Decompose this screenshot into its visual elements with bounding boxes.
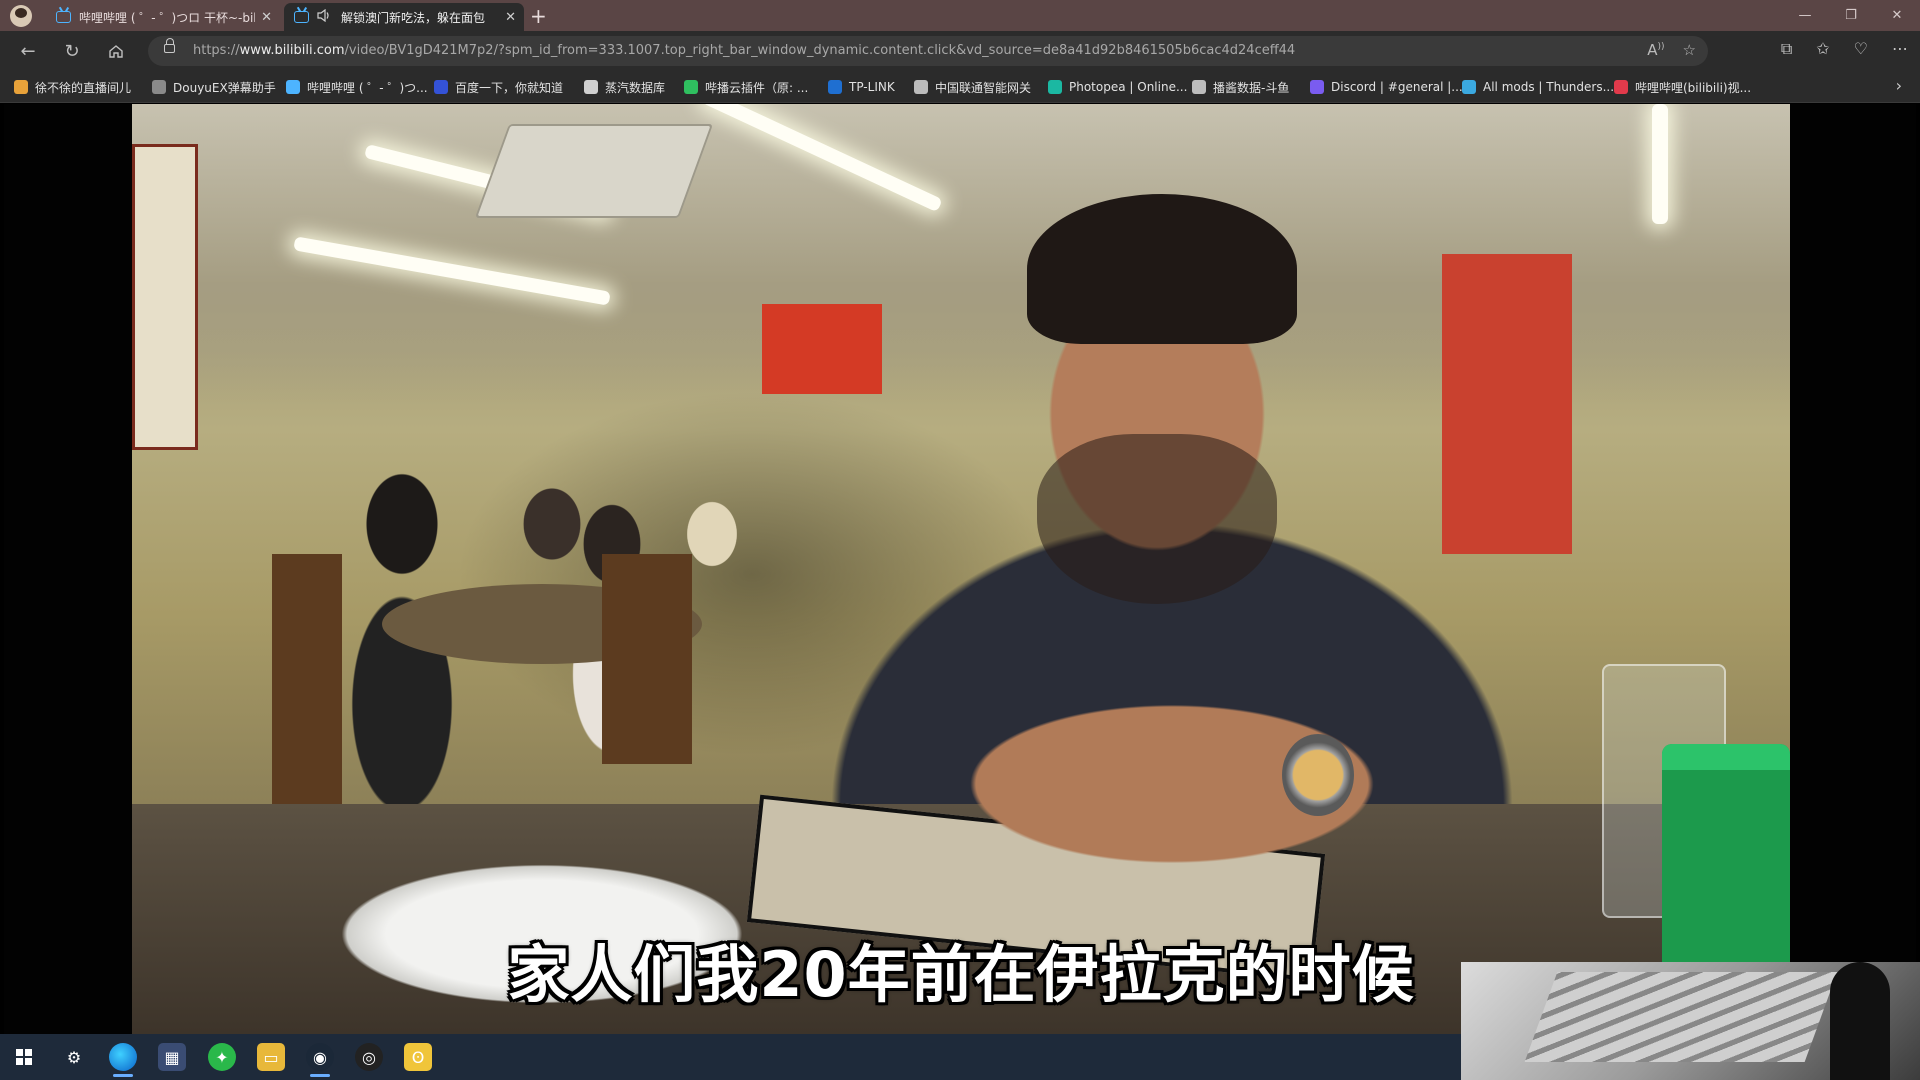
- more-menu-icon[interactable]: ⋯: [1892, 39, 1908, 59]
- bookmark-item[interactable]: 哔播云插件（原: ...: [684, 78, 808, 96]
- settings-icon[interactable]: ⚙: [60, 1043, 88, 1071]
- overlay-thumbnail: [1461, 962, 1920, 1080]
- windows-start-icon[interactable]: [10, 1043, 38, 1071]
- bookmark-label: DouyuEX弹幕助手: [173, 80, 276, 95]
- restore-icon[interactable]: ❐: [1828, 0, 1874, 31]
- close-icon[interactable]: ✕: [261, 10, 272, 25]
- bilibili-tv-icon: [56, 11, 71, 23]
- tab-title: 哔哩哔哩 ( ゜- ゜)つロ 干杯~-bilibili: [79, 10, 255, 25]
- browser-toolbar: ← ↻ https://www.bilibili.com/video/BV1gD…: [0, 31, 1920, 71]
- bookmark-item[interactable]: Discord | #general |...: [1310, 78, 1463, 96]
- bookmark-favicon-icon: [914, 80, 928, 94]
- bookmark-favicon-icon: [152, 80, 166, 94]
- bookmark-item[interactable]: 播酱数据-斗鱼: [1192, 78, 1289, 96]
- bilibili-tv-icon: [294, 11, 309, 23]
- bookmark-item[interactable]: 哔哩哔哩(bilibili)视...: [1614, 78, 1751, 96]
- read-aloud-icon[interactable]: A)): [1647, 41, 1664, 59]
- profile-avatar[interactable]: [10, 5, 32, 27]
- bookmark-favicon-icon: [684, 80, 698, 94]
- bookmark-label: 播酱数据-斗鱼: [1213, 80, 1290, 95]
- video-scene-person-hair: [1027, 194, 1297, 344]
- url-prefix: https://: [193, 43, 240, 58]
- new-tab-icon[interactable]: +: [530, 4, 547, 28]
- taskbar: ⚙ ▦ ✦ ▭ ◉ ◎ ʘ: [0, 1034, 1461, 1080]
- bookmark-favicon-icon: [584, 80, 598, 94]
- bookmark-item[interactable]: Photopea | Online...: [1048, 78, 1187, 96]
- video-scene-chair: [602, 554, 692, 764]
- bookmark-favicon-icon: [1310, 80, 1324, 94]
- home-icon[interactable]: [104, 39, 128, 63]
- bookmark-label: All mods | Thunders...: [1483, 80, 1615, 94]
- browser-essentials-icon[interactable]: ♡: [1854, 39, 1868, 59]
- bookmark-label: TP-LINK: [849, 80, 895, 94]
- omnibox-actions: A)) ☆: [1647, 41, 1696, 59]
- window-controls: — ❐ ✕: [1782, 0, 1920, 31]
- bookmark-favicon-icon: [14, 80, 28, 94]
- bookmark-label: Discord | #general |...: [1331, 80, 1463, 94]
- tab-strip: 哔哩哔哩 ( ゜- ゜)つロ 干杯~-bilibili ✕ 解锁澳门新吃法，躲在…: [0, 0, 1920, 31]
- address-bar[interactable]: https://www.bilibili.com/video/BV1gD421M…: [148, 36, 1708, 66]
- bookmark-favicon-icon: [434, 80, 448, 94]
- video-frame[interactable]: 家人们我20年前在伊拉克的时候: [132, 104, 1790, 1034]
- bookmark-item[interactable]: 中国联通智能网关: [914, 78, 1031, 96]
- video-player[interactable]: 家人们我20年前在伊拉克的时候: [4, 104, 1916, 1038]
- calculator-icon[interactable]: ▦: [158, 1043, 186, 1071]
- bookmark-item[interactable]: TP-LINK: [828, 78, 895, 96]
- bookmark-favicon-icon: [1192, 80, 1206, 94]
- steam-icon[interactable]: ◉: [306, 1043, 334, 1077]
- chevron-right-icon[interactable]: ›: [1896, 76, 1902, 95]
- video-scene-poster: [132, 144, 198, 450]
- bookmark-item[interactable]: 百度一下，你就知道: [434, 78, 563, 96]
- video-scene-light: [1652, 104, 1668, 224]
- bookmark-item[interactable]: 哔哩哔哩 ( ゜- ゜)つ...: [286, 78, 428, 96]
- bookmark-favicon-icon: [1462, 80, 1476, 94]
- bookmark-label: 蒸汽数据库: [605, 80, 666, 95]
- bookmark-label: 哔哩哔哩 ( ゜- ゜)つ...: [307, 80, 428, 95]
- video-scene-sign: [762, 304, 882, 394]
- bookmark-item[interactable]: 徐不徐的直播间儿: [14, 78, 131, 96]
- favorite-star-icon[interactable]: ☆: [1683, 41, 1696, 59]
- url-text[interactable]: https://www.bilibili.com/video/BV1gD421M…: [193, 43, 1393, 58]
- file-explorer-icon[interactable]: ▭: [257, 1043, 285, 1071]
- video-scene-watch: [1282, 734, 1354, 816]
- video-scene-ac-unit: [474, 124, 714, 218]
- video-scene-hands: [892, 664, 1452, 904]
- bookmark-label: 中国联通智能网关: [935, 80, 1032, 95]
- bookmark-favicon-icon: [1048, 80, 1062, 94]
- video-scene-person-beard: [1037, 434, 1277, 604]
- tab-bilibili-home[interactable]: 哔哩哔哩 ( ゜- ゜)つロ 干杯~-bilibili ✕: [46, 3, 280, 31]
- bookmark-favicon-icon: [828, 80, 842, 94]
- bookmark-label: 哔播云插件（原: ...: [705, 80, 809, 95]
- tab-current-video[interactable]: 解锁澳门新吃法，躲在面包 ✕: [284, 3, 524, 31]
- bookmark-favicon-icon: [286, 80, 300, 94]
- obs-icon[interactable]: ◎: [355, 1043, 383, 1071]
- app-owl-icon[interactable]: ʘ: [404, 1043, 432, 1071]
- extensions-icon[interactable]: ⧉: [1781, 39, 1792, 59]
- bookmark-label: Photopea | Online...: [1069, 80, 1188, 94]
- speaker-icon[interactable]: [317, 8, 333, 25]
- bookmark-favicon-icon: [1614, 80, 1628, 94]
- bookmark-item[interactable]: DouyuEX弹幕助手: [152, 78, 276, 96]
- bookmark-item[interactable]: 蒸汽数据库: [584, 78, 665, 96]
- close-window-icon[interactable]: ✕: [1874, 0, 1920, 31]
- edge-icon[interactable]: [109, 1043, 137, 1077]
- razer-icon[interactable]: ✦: [208, 1043, 236, 1071]
- tab-title: 解锁澳门新吃法，躲在面包: [341, 10, 486, 25]
- bookmark-item[interactable]: All mods | Thunders...: [1462, 78, 1614, 96]
- bookmark-label: 哔哩哔哩(bilibili)视...: [1635, 80, 1752, 95]
- back-icon[interactable]: ←: [16, 39, 40, 63]
- bookmarks-bar: 徐不徐的直播间儿 DouyuEX弹幕助手 哔哩哔哩 ( ゜- ゜)つ... 百度…: [0, 71, 1920, 103]
- bookmark-label: 徐不徐的直播间儿: [35, 80, 132, 95]
- refresh-icon[interactable]: ↻: [60, 39, 84, 63]
- toolbar-actions: ⧉ ✩ ♡ ⋯: [1781, 39, 1908, 59]
- url-domain: www.bilibili.com: [239, 43, 345, 58]
- close-icon[interactable]: ✕: [505, 10, 516, 25]
- bookmark-label: 百度一下，你就知道: [455, 80, 564, 95]
- lock-icon[interactable]: [164, 38, 175, 53]
- favorites-icon[interactable]: ✩: [1816, 39, 1829, 59]
- minimize-icon[interactable]: —: [1782, 0, 1828, 31]
- url-path: /video/BV1gD421M7p2/?spm_id_from=333.100…: [344, 43, 1296, 58]
